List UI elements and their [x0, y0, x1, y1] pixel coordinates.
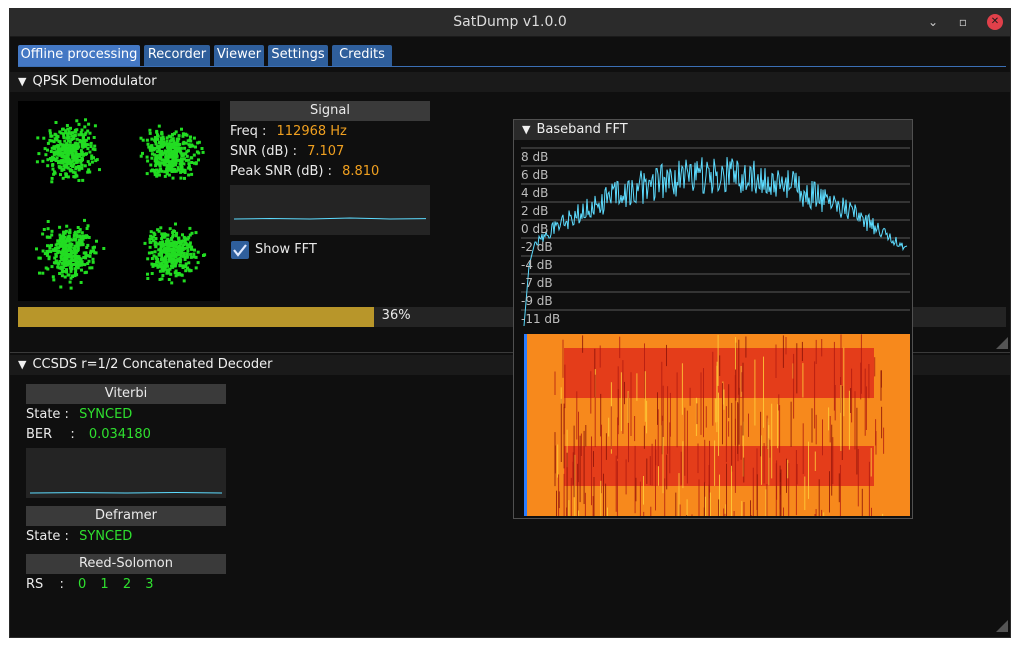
snr-value: 7.107: [307, 144, 345, 159]
tab-recorder[interactable]: Recorder: [144, 45, 210, 66]
demod-title: QPSK Demodulator: [32, 74, 157, 89]
db-label: 8 dB: [521, 150, 549, 164]
tab-settings[interactable]: Settings: [268, 45, 328, 66]
waterfall-display: [524, 334, 910, 516]
tab-underline: [18, 66, 1006, 67]
db-label: -2 dB: [521, 240, 553, 254]
ber-row: BER : 0.034180: [26, 427, 151, 442]
rs-value-3: 3: [145, 577, 154, 592]
ber-label: BER: [26, 427, 53, 442]
snr-row: SNR (dB) : 7.107: [230, 144, 344, 159]
close-icon[interactable]: ✕: [987, 14, 1003, 30]
viterbi-label: Viterbi: [26, 384, 226, 404]
peak-snr-value: 8.810: [342, 164, 380, 179]
snr-history-graph: [230, 185, 430, 235]
db-label: -7 dB: [521, 276, 553, 290]
db-label: 6 dB: [521, 168, 549, 182]
progress-text: 36%: [381, 308, 411, 323]
peak-snr-row: Peak SNR (dB) : 8.810: [230, 164, 379, 179]
deframer-state-row: State : SYNCED: [26, 529, 132, 544]
rs-value-2: 2: [122, 577, 132, 592]
tab-viewer[interactable]: Viewer: [214, 45, 264, 66]
reed-solomon-label: Reed-Solomon: [26, 554, 226, 574]
ber-history-graph: [26, 448, 226, 498]
maximize-icon[interactable]: ▫: [955, 14, 971, 30]
triangle-down-icon: ▼: [18, 358, 27, 371]
resize-grip-icon[interactable]: [996, 337, 1008, 349]
fft-header[interactable]: ▼ Baseband FFT: [514, 120, 912, 140]
db-label: 2 dB: [521, 204, 549, 218]
deframer-state-value: SYNCED: [79, 529, 133, 544]
viterbi-state-label: State :: [26, 407, 69, 422]
db-label: 0 dB: [521, 222, 549, 236]
rs-value-1: 1: [100, 577, 109, 592]
main-window: SatDump v1.0.0 ⌄ ▫ ✕ Offline processing …: [9, 8, 1011, 638]
db-label: 4 dB: [521, 186, 549, 200]
deframer-label: Deframer: [26, 506, 226, 526]
show-fft-checkbox[interactable]: [231, 241, 249, 259]
rs-row: RS : 0 1 2 3: [26, 577, 154, 592]
deframer-state-label: State :: [26, 529, 69, 544]
db-label: -4 dB: [521, 258, 553, 272]
constellation-plot: [18, 101, 220, 301]
peak-snr-label: Peak SNR (dB) :: [230, 164, 332, 179]
rs-sep: :: [59, 577, 64, 592]
minimize-icon[interactable]: ⌄: [925, 14, 941, 30]
signal-label: Signal: [230, 101, 430, 121]
resize-grip-icon[interactable]: [996, 620, 1008, 632]
viterbi-state-value: SYNCED: [79, 407, 133, 422]
title-bar[interactable]: SatDump v1.0.0 ⌄ ▫ ✕: [10, 9, 1010, 37]
tab-offline-processing[interactable]: Offline processing: [18, 45, 140, 66]
demod-header[interactable]: ▼ QPSK Demodulator: [10, 72, 1010, 92]
snr-label: SNR (dB) :: [230, 144, 297, 159]
triangle-down-icon: ▼: [18, 75, 27, 88]
freq-label: Freq :: [230, 124, 267, 139]
ber-value: 0.034180: [88, 427, 151, 442]
baseband-fft-window[interactable]: ▼ Baseband FFT 8 dB 6 dB 4 dB 2 dB 0 dB -…: [513, 119, 913, 519]
db-label: -11 dB: [521, 312, 561, 326]
freq-row: Freq : 112968 Hz: [230, 124, 347, 139]
fft-plot: [521, 147, 910, 327]
freq-value: 112968 Hz: [276, 124, 347, 139]
triangle-down-icon: ▼: [522, 123, 531, 136]
checkmark-icon: [233, 244, 247, 257]
fft-title: Baseband FFT: [536, 122, 628, 137]
decoder-title: CCSDS r=1/2 Concatenated Decoder: [32, 357, 273, 372]
db-label: -9 dB: [521, 294, 553, 308]
progress-fill: [18, 307, 374, 327]
rs-value-0: 0: [77, 577, 87, 592]
show-fft-label[interactable]: Show FFT: [255, 242, 317, 257]
rs-name: RS: [26, 577, 44, 592]
viterbi-state-row: State : SYNCED: [26, 407, 132, 422]
window-title: SatDump v1.0.0: [453, 14, 567, 30]
tab-credits[interactable]: Credits: [332, 45, 392, 66]
ber-sep: :: [70, 427, 75, 442]
